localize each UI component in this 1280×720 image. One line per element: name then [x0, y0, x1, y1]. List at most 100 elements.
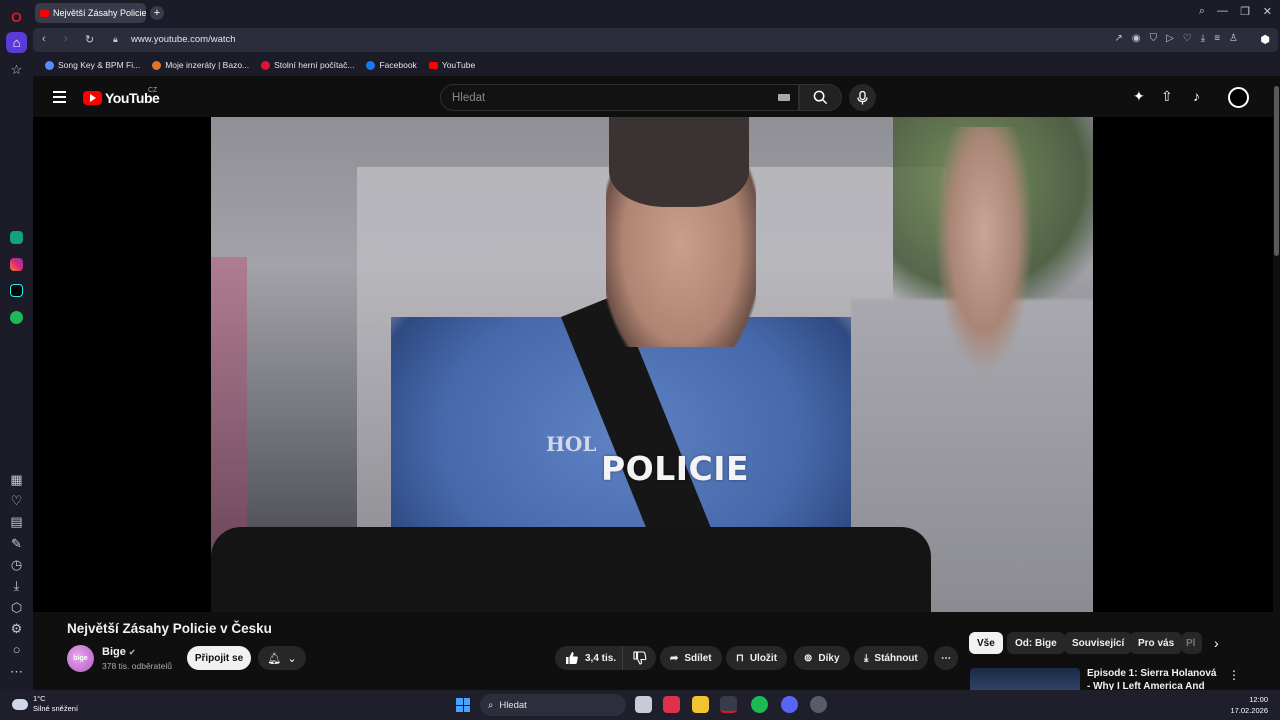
steam-icon[interactable] — [810, 696, 827, 713]
extensions-icon[interactable]: ▦ — [6, 469, 27, 490]
chip-from-channel[interactable]: Od: Bige — [1007, 632, 1065, 654]
share-button[interactable]: ➦ Sdílet — [660, 646, 722, 670]
news-icon[interactable]: ▤ — [6, 511, 27, 532]
back-icon[interactable]: ‹ — [42, 33, 46, 45]
url-text[interactable]: www.youtube.com/watch — [131, 34, 236, 45]
reload-icon[interactable]: ↻ — [85, 33, 94, 46]
new-tab-button[interactable]: + — [150, 6, 164, 20]
dislike-button[interactable] — [622, 646, 656, 670]
video-player[interactable]: HOL POLICIE — [33, 117, 1273, 612]
search-button[interactable] — [799, 84, 842, 111]
app-icon[interactable] — [663, 696, 680, 713]
heart-icon[interactable]: ♡ — [6, 490, 27, 511]
bookmark-label: YouTube — [441, 60, 476, 70]
clock-time: 12:00 — [1249, 695, 1268, 704]
weather-widget[interactable]: 1°C Silné sněžení — [12, 694, 78, 714]
file-explorer-icon[interactable] — [692, 696, 709, 713]
opera-logo-icon[interactable]: O — [6, 6, 27, 27]
chip-all[interactable]: Vše — [969, 632, 1003, 654]
menu-icon[interactable]: ≡ — [1214, 33, 1220, 44]
share-label: Sdílet — [684, 652, 712, 664]
opera-taskbar-icon[interactable] — [720, 696, 737, 713]
taskbar-search[interactable]: ⌕ Hledat — [480, 694, 626, 716]
bookmark-heart-icon[interactable]: ♡ — [1183, 33, 1192, 44]
keyboard-icon[interactable] — [778, 94, 790, 101]
lightbulb-icon[interactable]: ○ — [6, 639, 27, 660]
create-icon[interactable]: ✦ — [1133, 88, 1145, 105]
chip-for-you[interactable]: Pro vás — [1130, 632, 1183, 654]
forward-icon[interactable]: › — [64, 33, 68, 45]
recommendation-menu-icon[interactable]: ⋮ — [1228, 668, 1240, 682]
discord-icon[interactable] — [781, 696, 798, 713]
search-box — [440, 84, 799, 111]
search-tabs-icon[interactable]: ⌕ — [1199, 5, 1205, 18]
profile-icon[interactable]: ♙ — [1229, 33, 1238, 44]
chevron-right-icon[interactable]: › — [1214, 635, 1219, 651]
edit-icon[interactable]: ✎ — [6, 533, 27, 554]
download-icon[interactable]: ⤓ — [6, 575, 27, 596]
home-icon[interactable]: ⌂ — [6, 32, 27, 53]
recommendation-title[interactable]: Episode 1: Sierra Holanová - Why I Left … — [1087, 667, 1217, 690]
join-button[interactable]: Připojit se — [187, 646, 251, 670]
video-frame[interactable]: HOL POLICIE — [211, 117, 1093, 612]
box-icon[interactable]: ⬡ — [6, 597, 27, 618]
windows-taskbar: 1°C Silné sněžení ⌕ Hledat 12:00 17.02.2… — [0, 690, 1280, 720]
download-button[interactable]: ⤓ Stáhnout — [854, 646, 928, 670]
thanks-button[interactable]: ⊚ Díky — [794, 646, 850, 670]
camera-icon[interactable]: ◉ — [1132, 33, 1141, 44]
account-avatar[interactable] — [1228, 87, 1249, 108]
bookmark-item[interactable]: Stolní herní počítač... — [261, 60, 354, 70]
weather-text: Silné sněžení — [33, 704, 79, 713]
recommendation-thumbnail[interactable] — [970, 668, 1080, 690]
instagram-icon[interactable] — [6, 254, 27, 275]
windows-start-icon[interactable] — [456, 698, 470, 712]
thumbs-down-icon — [632, 651, 646, 665]
chatgpt-icon[interactable] — [6, 227, 27, 248]
chevron-down-icon: ⌄ — [287, 652, 297, 665]
tiktok-icon[interactable] — [6, 280, 27, 301]
browser-tab[interactable]: Největší Zásahy Policie v Č — [35, 3, 146, 23]
task-view-icon[interactable] — [635, 696, 652, 713]
close-window-button[interactable]: ✕ — [1263, 5, 1272, 18]
shield-icon[interactable]: ⛉ — [1150, 33, 1158, 44]
bookmark-item[interactable]: Moje inzeráty | Bazo... — [152, 60, 249, 70]
scrollbar-thumb[interactable] — [1274, 86, 1279, 256]
save-label: Uložit — [749, 652, 778, 664]
restore-button[interactable]: ❐ — [1240, 5, 1250, 18]
chip-related[interactable]: Související — [1064, 632, 1133, 654]
bookmark-item[interactable]: Facebook — [366, 60, 417, 70]
channel-avatar[interactable]: bige — [67, 645, 94, 672]
share-page-icon[interactable]: ↗ — [1114, 33, 1122, 44]
page-scrollbar[interactable] — [1273, 76, 1280, 690]
voice-search-button[interactable] — [849, 84, 876, 111]
settings-icon[interactable]: ⚙ — [6, 618, 27, 639]
bookmark-icon — [45, 60, 54, 70]
channel-name-text: Bige — [102, 646, 126, 658]
notification-bell-button[interactable]: 🔔︎ ⌄ — [258, 646, 306, 670]
address-field[interactable]: ‹ › ↻ 🔒︎ www.youtube.com/watch ↗ ◉ ⛉ ▷ ♡… — [33, 28, 1278, 52]
guide-menu-icon[interactable] — [53, 91, 66, 106]
upload-icon[interactable]: ⇧ — [1161, 88, 1173, 105]
aria-icon[interactable]: ⬢ — [1260, 33, 1270, 46]
save-button[interactable]: ⊓ Uložit — [726, 646, 788, 670]
bookmark-label: Facebook — [379, 60, 417, 70]
more-actions-button[interactable]: ⋯ — [934, 646, 958, 670]
bookmark-item[interactable]: YouTube — [428, 60, 476, 70]
notifications-bell-icon[interactable]: ♪ — [1193, 88, 1200, 104]
chip-partial[interactable]: Pl — [1182, 632, 1202, 654]
search-input[interactable] — [441, 85, 741, 110]
play-icon[interactable]: ▷ — [1166, 33, 1174, 44]
channel-name[interactable]: Bige ✔ — [102, 646, 136, 658]
bookmark-item[interactable]: Song Key & BPM Fi... — [45, 60, 140, 70]
youtube-icon — [428, 61, 438, 69]
taskbar-clock[interactable]: 12:00 17.02.2026 — [1230, 694, 1268, 716]
clock-date: 17.02.2026 — [1230, 706, 1268, 715]
spotify-taskbar-icon[interactable] — [751, 696, 768, 713]
history-icon[interactable]: ◷ — [6, 554, 27, 575]
downloads-icon[interactable]: ⤓ — [1201, 33, 1205, 44]
minimize-button[interactable]: — — [1217, 5, 1228, 17]
spotify-icon[interactable] — [6, 307, 27, 328]
star-icon[interactable]: ☆ — [6, 59, 27, 80]
more-icon[interactable]: ⋯ — [6, 661, 27, 682]
address-bar: ‹ › ↻ 🔒︎ www.youtube.com/watch ↗ ◉ ⛉ ▷ ♡… — [33, 26, 1280, 54]
